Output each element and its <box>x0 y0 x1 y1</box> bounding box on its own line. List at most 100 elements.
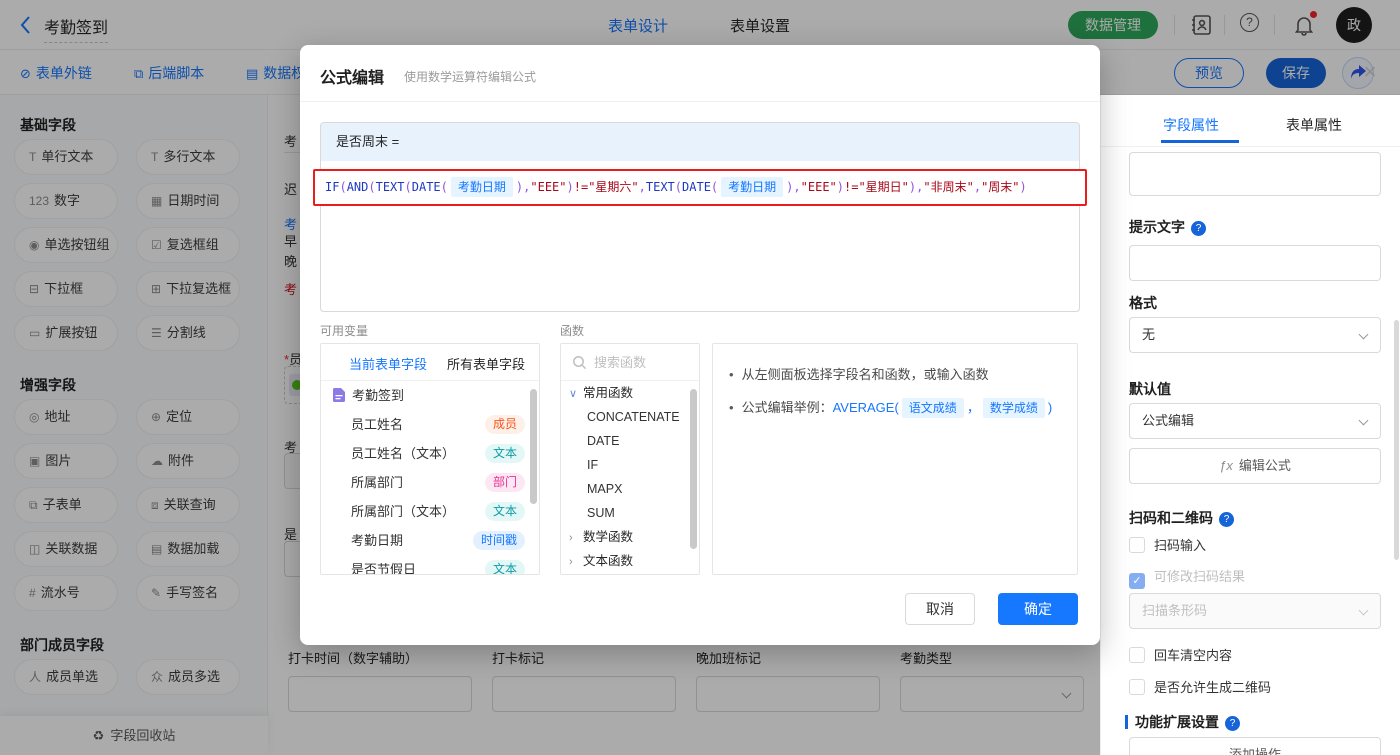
field-chip: 数学成绩 <box>982 398 1045 418</box>
add-action-button[interactable]: 添加操作 <box>1129 737 1381 755</box>
tab-form-properties[interactable]: 表单属性 <box>1286 115 1342 135</box>
allow-qr-checkbox[interactable]: 是否允许生成二维码 <box>1129 677 1271 696</box>
function-item[interactable]: CONCATENATE <box>561 405 699 429</box>
formula-token: "星期六" <box>588 180 639 194</box>
variable-type-tag: 部门 <box>484 473 525 492</box>
variable-name: 所属部门 <box>351 475 404 490</box>
help-badge-icon[interactable]: ? <box>1219 512 1234 527</box>
variable-name: 考勤日期 <box>351 533 404 548</box>
variable-item[interactable]: 是否节假日 文本 <box>321 555 539 575</box>
variable-type-tag: 时间戳 <box>472 531 525 550</box>
caret-right-icon[interactable]: › <box>569 550 583 574</box>
form-doc-icon <box>333 388 345 402</box>
field-chip: 考勤日期 <box>450 177 513 197</box>
description-box[interactable] <box>1129 152 1381 196</box>
formula-token: , <box>793 180 801 194</box>
tip-text: 从左侧面板选择字段名和函数，或输入函数 <box>741 367 989 382</box>
cancel-button[interactable]: 取消 <box>905 593 975 625</box>
function-group[interactable]: › 数学函数 <box>561 525 699 549</box>
formula-token: ( <box>404 180 412 194</box>
scan-barcode-select[interactable]: 扫描条形码 <box>1129 593 1381 629</box>
caret-down-icon[interactable]: ∨ <box>569 382 583 406</box>
functions-panel: 搜索函数 ∨ 常用函数 CONCATENATE DATE IF MAPX SUM › 数学函数 ›… <box>560 343 700 575</box>
variables-list: 考勤签到 员工姓名 成员 员工姓名（文本） 文本 所属部门 部门 所属部门（文本） 文本 考勤日期… <box>321 381 539 575</box>
scrollbar-thumb[interactable] <box>1394 320 1399 560</box>
scrollbar-thumb[interactable] <box>530 389 537 504</box>
bullet: • <box>729 367 734 382</box>
function-item[interactable]: SUM <box>561 501 699 525</box>
tab-field-properties[interactable]: 字段属性 <box>1163 115 1219 135</box>
formula-expression[interactable]: IF(AND(TEXT(DATE(考勤日期),"EEE")!="星期六",TEX… <box>313 169 1087 206</box>
tab-current-form-fields[interactable]: 当前表单字段 <box>349 354 427 373</box>
caret-right-icon[interactable]: › <box>569 526 583 550</box>
variable-item[interactable]: 所属部门 部门 <box>321 468 539 497</box>
variable-name: 所属部门（文本） <box>351 504 456 519</box>
variable-item[interactable]: 考勤日期 时间戳 <box>321 526 539 555</box>
function-item[interactable]: IF <box>561 453 699 477</box>
divider <box>300 101 1100 102</box>
formula-token: ( <box>440 180 448 194</box>
variable-name: 员工姓名（文本） <box>351 446 456 461</box>
formula-token: ， <box>966 400 980 415</box>
formula-token: AND <box>346 180 369 194</box>
checkbox-icon <box>1129 679 1145 695</box>
formula-target: 是否周末 = <box>321 123 1079 161</box>
variable-name: 是否节假日 <box>351 562 417 575</box>
formula-token: TEXT <box>645 180 675 194</box>
properties-panel: 字段属性 表单属性 提示文字? 格式 无 默认值 公式编辑 ƒx 编辑公式 扫码和… <box>1100 95 1400 755</box>
function-group[interactable]: ∨ 常用函数 <box>561 381 699 405</box>
formula-token: "EEE" <box>530 180 567 194</box>
modify-scan-result-checkbox[interactable]: ✓ 可修改扫码结果 <box>1129 566 1245 589</box>
checkbox-icon <box>1129 537 1145 553</box>
variable-item[interactable]: 所属部门（文本） 文本 <box>321 497 539 526</box>
formula-token: TEXT <box>375 180 405 194</box>
formula-token: "周末" <box>981 180 1020 194</box>
hint-text-input[interactable] <box>1129 245 1381 281</box>
variable-item[interactable]: 员工姓名（文本） 文本 <box>321 439 539 468</box>
default-value-select[interactable]: 公式编辑 <box>1129 403 1381 439</box>
close-icon[interactable]: × <box>1358 59 1382 85</box>
function-group[interactable]: › 文本函数 <box>561 549 699 573</box>
edit-formula-button[interactable]: ƒx 编辑公式 <box>1129 448 1381 484</box>
variable-form-root[interactable]: 考勤签到 <box>321 381 539 410</box>
formula-token: != <box>844 180 859 194</box>
format-select[interactable]: 无 <box>1129 317 1381 353</box>
scan-input-checkbox[interactable]: 扫码输入 <box>1129 535 1206 554</box>
variable-type-tag: 文本 <box>484 560 525 574</box>
formula-token: ( <box>710 180 719 194</box>
variable-name: 考勤签到 <box>352 388 405 403</box>
fx-icon: ƒx <box>1219 458 1233 473</box>
section-bar <box>1125 715 1128 729</box>
function-search-input[interactable]: 搜索函数 <box>561 344 699 381</box>
variable-name: 员工姓名 <box>351 417 404 432</box>
variables-label: 可用变量 <box>320 324 369 338</box>
bullet: • <box>729 400 734 415</box>
formula-token: ) <box>836 180 844 194</box>
chevron-down-icon <box>1358 329 1369 340</box>
variables-panel: 当前表单字段 所有表单字段 考勤签到 员工姓名 成员 员工姓名（文本） 文本 所属部门 部门… <box>320 343 540 575</box>
field-chip: 考勤日期 <box>721 177 784 197</box>
active-tab-underline <box>1161 140 1239 143</box>
function-item[interactable]: MAPX <box>561 477 699 501</box>
formula-token: ( <box>368 180 376 194</box>
variable-item[interactable]: 员工姓名 成员 <box>321 410 539 439</box>
help-badge-icon[interactable]: ? <box>1225 716 1240 731</box>
scan-qr-section-label: 扫码和二维码? <box>1129 508 1234 528</box>
scrollbar-thumb[interactable] <box>690 389 697 549</box>
enter-clear-checkbox[interactable]: 回车清空内容 <box>1129 645 1232 664</box>
functions-list: ∨ 常用函数 CONCATENATE DATE IF MAPX SUM › 数学函数 › 文本函数 <box>561 381 699 573</box>
formula-token: AVERAGE( <box>832 400 899 415</box>
function-item[interactable]: DATE <box>561 429 699 453</box>
formula-editor[interactable]: 是否周末 = <box>320 122 1080 312</box>
hint-text-label: 提示文字? <box>1129 217 1206 237</box>
variables-tabs: 当前表单字段 所有表单字段 <box>321 344 539 381</box>
formula-token: , <box>638 180 646 194</box>
formula-tips-panel: • 从左侧面板选择字段名和函数，或输入函数 • 公式编辑举例：AVERAGE(语文成… <box>712 343 1078 575</box>
help-badge-icon[interactable]: ? <box>1191 221 1206 236</box>
format-label: 格式 <box>1129 295 1157 311</box>
confirm-button[interactable]: 确定 <box>998 593 1078 625</box>
tab-all-form-fields[interactable]: 所有表单字段 <box>447 354 525 373</box>
default-value-label: 默认值 <box>1129 381 1171 397</box>
formula-token: DATE <box>682 180 711 194</box>
tip-example-formula: AVERAGE(语文成绩，数学成绩) <box>832 398 1052 418</box>
